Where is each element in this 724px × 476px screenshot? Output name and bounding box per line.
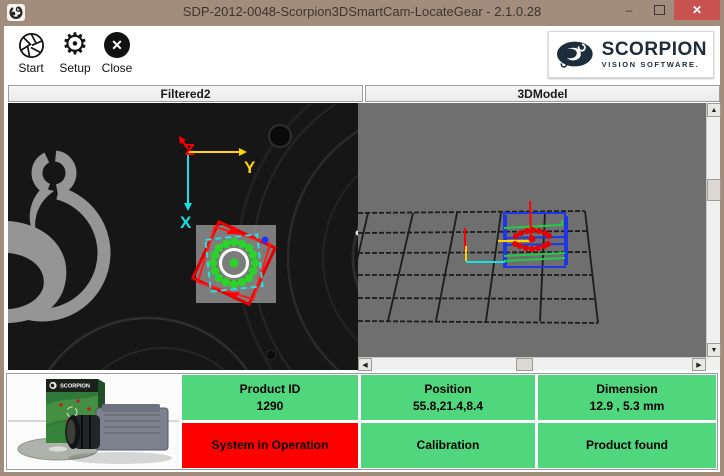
vertical-scroll-thumb[interactable] <box>707 179 721 201</box>
scroll-left-button[interactable]: ◀ <box>358 358 372 371</box>
model-3d-canvas <box>358 103 706 357</box>
calibration-label: Calibration <box>416 438 480 453</box>
product-id-cell: Product ID 1290 <box>182 375 358 420</box>
close-circle-icon: ✕ <box>96 31 138 59</box>
model-panel: ▲ ▼ ◀ ▶ <box>358 103 721 371</box>
software-box-title: SCORPION <box>60 384 90 390</box>
system-status-label: System in Operation <box>211 438 329 453</box>
system-status-cell: System in Operation <box>182 423 358 468</box>
scroll-up-button[interactable]: ▲ <box>707 103 721 117</box>
model-3d-view[interactable] <box>358 103 706 357</box>
model-horizontal-scrollbar[interactable]: ◀ ▶ <box>358 357 706 371</box>
product-photo: SCORPION <box>17 379 172 464</box>
scroll-up-icon: ▲ <box>710 106 718 114</box>
title-bar[interactable]: SDP-2012-0048-Scorpion3DSmartCam-LocateG… <box>0 0 724 26</box>
app-window: SDP-2012-0048-Scorpion3DSmartCam-LocateG… <box>0 0 724 476</box>
start-button-label: Start <box>18 61 44 75</box>
scroll-down-icon: ▼ <box>710 346 718 354</box>
product-found-label: Product found <box>586 438 668 453</box>
gear-icon: ⚙ <box>61 28 89 61</box>
scroll-right-button[interactable]: ▶ <box>692 358 706 371</box>
camera-image-view[interactable]: Z Y X <box>8 103 358 370</box>
setup-button-label: Setup <box>59 61 91 75</box>
right-panel-header: 3DModel <box>365 85 720 102</box>
left-panel-header: Filtered2 <box>8 85 363 102</box>
close-window-button[interactable]: ✕ <box>674 0 720 20</box>
horizontal-scroll-thumb[interactable] <box>516 358 533 371</box>
camera-image-canvas: Z Y X <box>8 103 358 370</box>
scrollbar-corner <box>706 357 720 370</box>
close-button[interactable]: ✕ Close <box>96 31 138 75</box>
model-vertical-scrollbar[interactable]: ▲ ▼ <box>706 103 721 357</box>
scorpion-logo: SCORPION VISION SOFTWARE. <box>548 31 714 78</box>
aperture-icon <box>10 31 52 59</box>
scorpion-logo-icon <box>556 41 593 68</box>
scroll-right-icon: ▶ <box>696 361 702 369</box>
dimension-cell: Dimension 12.9 , 5.3 mm <box>538 375 716 420</box>
calibration-cell: Calibration <box>361 423 535 468</box>
axis-z-label: Z <box>185 142 195 159</box>
position-value: 55.8,21.4,8.4 <box>412 398 484 413</box>
axis-y-label: Y <box>244 158 256 177</box>
product-id-label: Product ID <box>239 381 301 396</box>
status-panel: Product ID 1290 Position 55.8,21.4,8.4 D… <box>6 373 718 470</box>
product-found-cell: Product found <box>538 423 716 468</box>
product-photo-cell: SCORPION <box>8 375 179 468</box>
logo-subtitle: VISION SOFTWARE. <box>601 60 700 70</box>
toolbar: Start ⚙ Setup ✕ Close SCORPION VISION SO… <box>4 26 720 85</box>
close-icon: ✕ <box>691 3 703 17</box>
axis-x-label: X <box>180 213 192 232</box>
close-button-label: Close <box>101 61 133 75</box>
minimize-button[interactable]: – <box>614 0 644 20</box>
position-cell: Position 55.8,21.4,8.4 <box>361 375 535 420</box>
maximize-icon <box>653 5 665 15</box>
panels-row: Z Y X ▲ ▼ ◀ ▶ <box>4 103 721 371</box>
product-id-value: 1290 <box>256 398 284 413</box>
minimize-icon: – <box>625 3 633 17</box>
position-label: Position <box>424 381 472 396</box>
maximize-button[interactable] <box>644 0 674 20</box>
scroll-down-button[interactable]: ▼ <box>707 343 721 357</box>
setup-button[interactable]: ⚙ Setup <box>54 28 96 76</box>
dimension-label: Dimension <box>596 381 658 396</box>
window-content: Start ⚙ Setup ✕ Close SCORPION VISION SO… <box>4 26 721 472</box>
logo-title: SCORPION <box>601 39 707 61</box>
dimension-value: 12.9 , 5.3 mm <box>589 398 665 413</box>
scroll-left-icon: ◀ <box>362 361 368 369</box>
panel-headers: Filtered2 3DModel <box>4 85 720 103</box>
start-button[interactable]: Start <box>10 31 52 75</box>
